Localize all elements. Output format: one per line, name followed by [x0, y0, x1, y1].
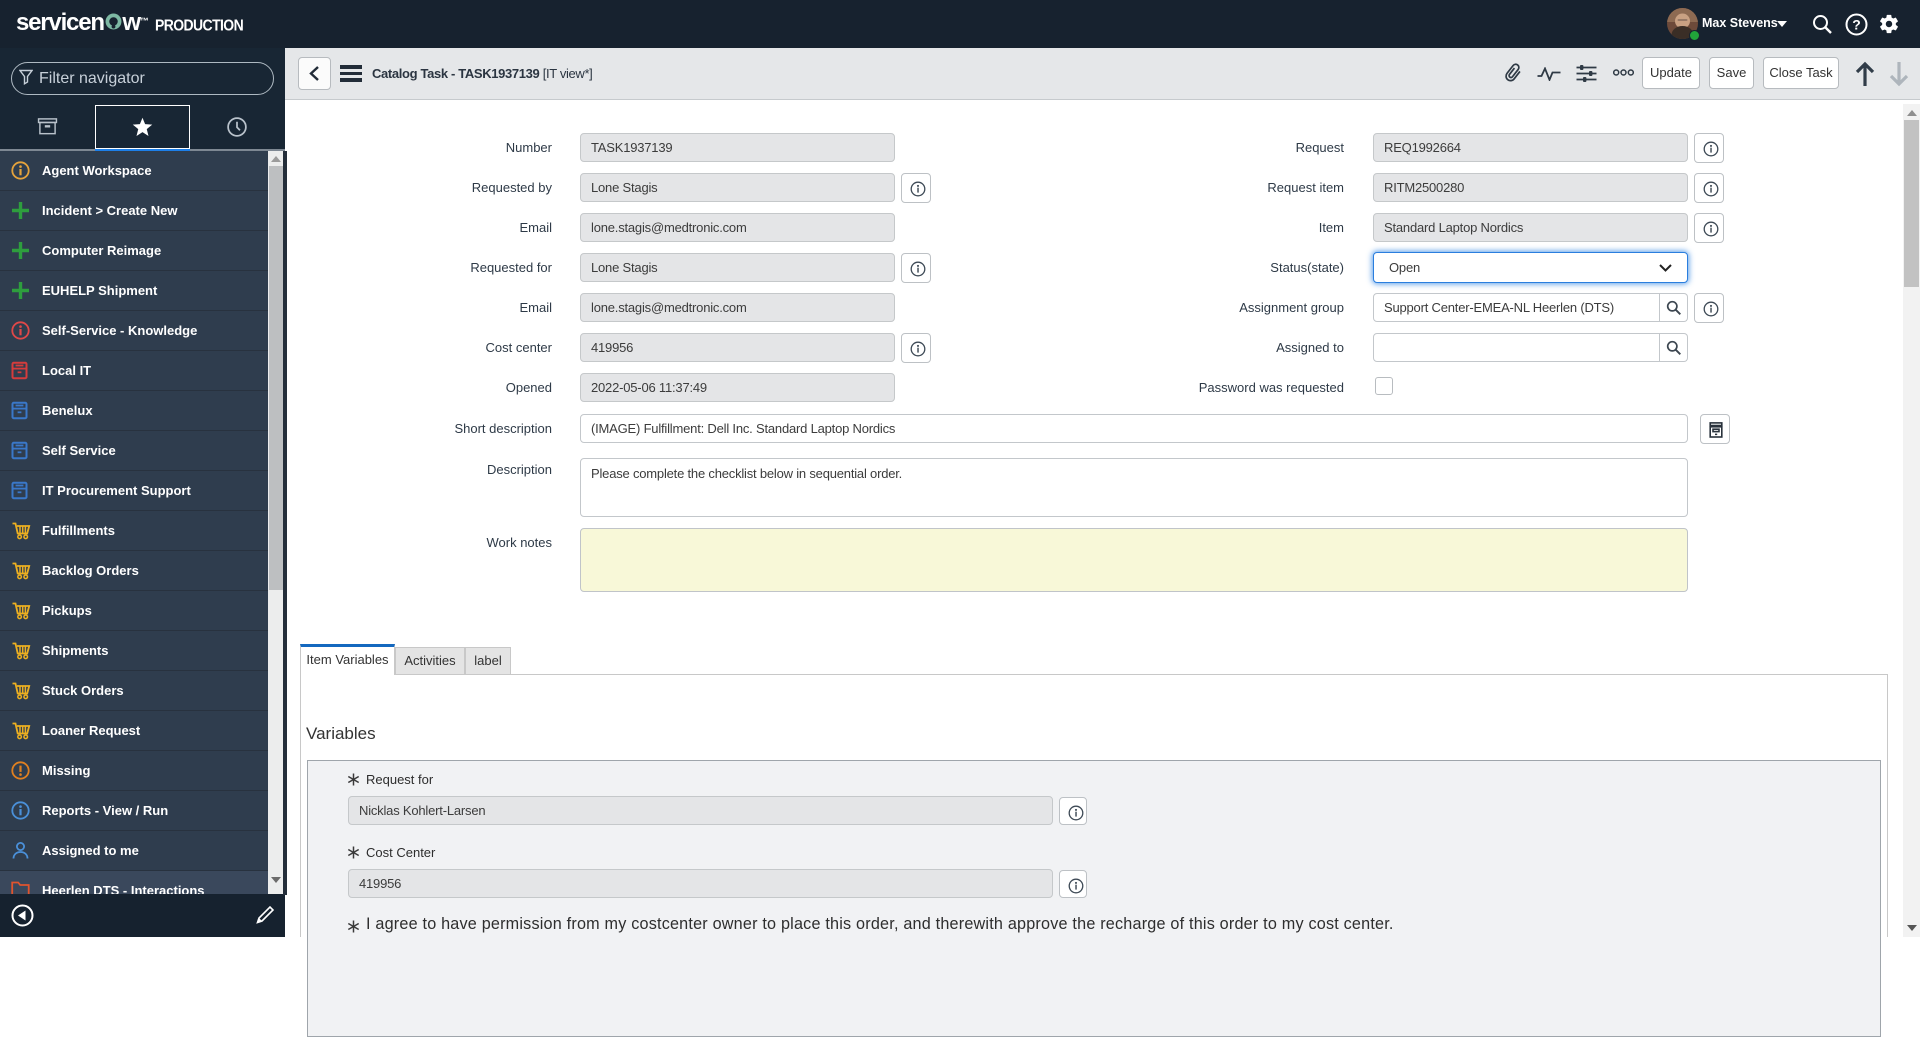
svg-text:?: ?: [1852, 17, 1861, 33]
